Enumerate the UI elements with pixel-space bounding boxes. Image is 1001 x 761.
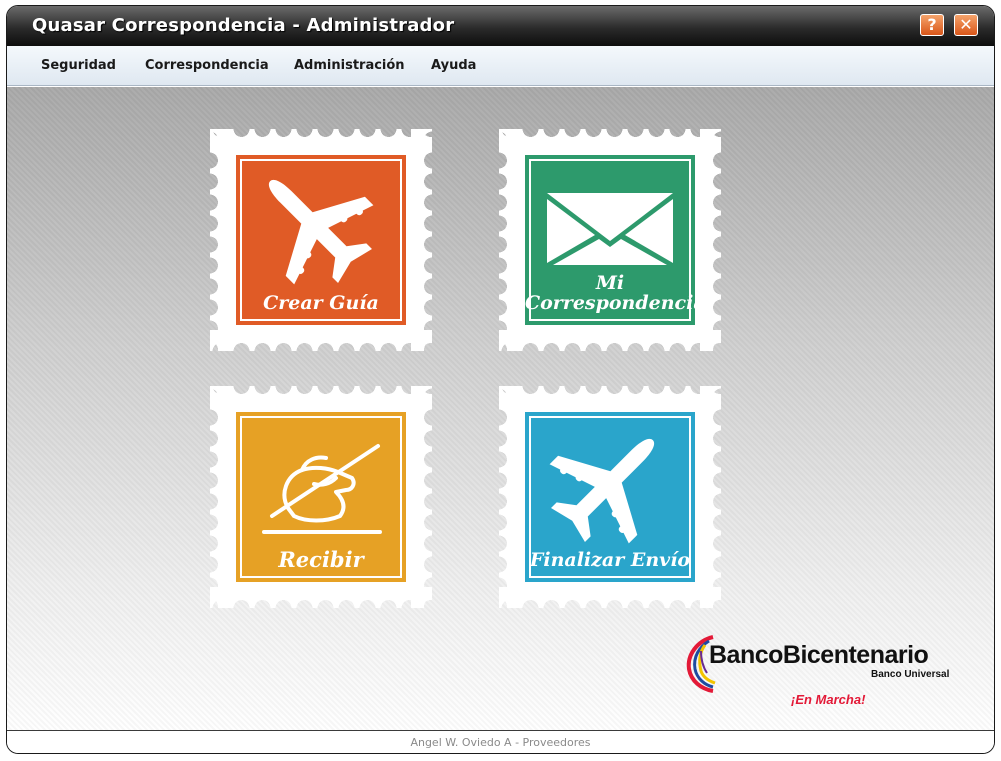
finalizar-envio-label: Finalizar Envío — [529, 549, 691, 571]
title-bar: Quasar Correspondencia - Administrador ?… — [7, 6, 994, 46]
crear-guia-label: Crear Guía — [263, 292, 379, 314]
menu-item-correspondencia[interactable]: Correspondencia — [145, 58, 269, 73]
mi-label: Mi — [595, 272, 625, 294]
main-content: Crear Guía Mi Correspondencia Recibir Fi… — [7, 87, 994, 730]
help-button[interactable]: ? — [920, 14, 944, 36]
bank-name: BancoBicentenario — [709, 641, 929, 669]
window-title: Quasar Correspondencia - Administrador — [32, 15, 455, 36]
status-user-text: Angel W. Oviedo A - Proveedores — [410, 736, 591, 749]
banco-bicentenario-logo: BancoBicentenario Banco Universal ¡En Ma… — [683, 629, 973, 719]
bank-subtitle: Banco Universal — [871, 669, 950, 680]
menu-item-administracion[interactable]: Administración — [294, 58, 405, 73]
mi-correspondencia-stamp-button[interactable]: Mi Correspondencia — [499, 129, 721, 351]
menu-item-ayuda[interactable]: Ayuda — [431, 58, 476, 73]
stamp-face: Mi Correspondencia — [525, 155, 706, 325]
stamp-face: Recibir — [236, 412, 406, 582]
stamp-face: Crear Guía — [236, 155, 406, 325]
app-window: Quasar Correspondencia - Administrador ?… — [6, 5, 995, 754]
crear-guia-stamp-button[interactable]: Crear Guía — [210, 129, 432, 351]
status-bar: Angel W. Oviedo A - Proveedores — [7, 730, 994, 753]
recibir-label: Recibir — [278, 547, 364, 572]
menu-bar: Seguridad Correspondencia Administración… — [7, 46, 994, 86]
finalizar-envio-stamp-button[interactable]: Finalizar Envío — [499, 386, 721, 608]
menu-item-seguridad[interactable]: Seguridad — [41, 58, 116, 73]
bank-slogan: ¡En Marcha! — [791, 692, 866, 707]
close-button[interactable]: ✕ — [954, 14, 978, 36]
recibir-stamp-button[interactable]: Recibir — [210, 386, 432, 608]
stamp-face: Finalizar Envío — [525, 412, 695, 582]
correspondencia-label: Correspondencia — [525, 292, 706, 314]
